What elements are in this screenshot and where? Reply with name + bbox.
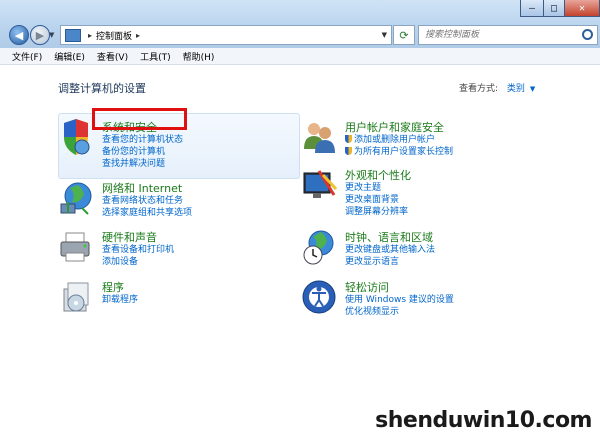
minimize-button[interactable]: – [520,0,544,17]
link-desktop-background[interactable]: 更改桌面背景 [345,194,408,206]
link-troubleshoot[interactable]: 查找并解决问题 [102,158,183,170]
category-title[interactable]: 程序 [102,279,124,295]
link-screen-resolution[interactable]: 调整屏幕分辨率 [345,206,408,218]
view-by-select[interactable]: 类别 [507,84,525,94]
link-backup[interactable]: 备份您的计算机 [102,146,183,158]
forward-button[interactable]: ▶ [30,25,50,45]
title-bar: – □ ✕ ◀ ▶ ▼ ▸ 控制面板 ▸ ▼ ⟳ [0,0,600,48]
category-title[interactable]: 用户帐户和家庭安全 [345,119,444,135]
view-by: 查看方式: 类别 ▼ [459,81,535,94]
link-change-theme[interactable]: 更改主题 [345,182,408,194]
link-parental-controls[interactable]: 为所有用户设置家长控制 [345,146,453,158]
accessibility-icon [302,280,336,314]
address-dropdown-icon[interactable]: ▼ [382,31,387,39]
menu-bar: 文件(F) 编辑(E) 查看(V) 工具(T) 帮助(H) [0,48,600,65]
link-check-status[interactable]: 查看您的计算机状态 [102,134,183,146]
menu-file[interactable]: 文件(F) [0,50,48,63]
back-button[interactable]: ◀ [9,25,29,45]
shield-icon [64,119,90,155]
link-add-device[interactable]: 添加设备 [102,256,174,268]
breadcrumb-arrow-icon[interactable]: ▸ [136,31,140,40]
recent-pages-dropdown[interactable]: ▼ [49,31,54,39]
search-box[interactable] [418,25,598,45]
menu-edit[interactable]: 编辑(E) [48,50,91,63]
annotation-red-box [92,108,187,130]
link-network-status[interactable]: 查看网络状态和任务 [102,195,192,207]
refresh-button[interactable]: ⟳ [393,25,415,45]
clock-globe-icon [303,230,334,265]
category-title[interactable]: 时钟、语言和区域 [345,229,433,245]
appearance-icon [303,170,337,198]
breadcrumb-arrow-icon[interactable]: ▸ [88,31,92,40]
uac-shield-icon [345,147,352,155]
menu-tools[interactable]: 工具(T) [134,50,177,63]
content-area: 调整计算机的设置 查看方式: 类别 ▼ 系统和安全 查看您的计算机状态 备份您的… [0,65,600,439]
users-icon [304,123,335,153]
address-bar[interactable]: ▸ 控制面板 ▸ ▼ [60,25,392,45]
chevron-down-icon[interactable]: ▼ [530,85,535,93]
control-panel-icon [65,28,81,42]
page-title: 调整计算机的设置 [58,82,146,95]
printer-icon [60,232,90,262]
view-by-label: 查看方式: [459,84,499,94]
menu-help[interactable]: 帮助(H) [177,50,221,63]
link-display-language[interactable]: 更改显示语言 [345,256,435,268]
link-change-input[interactable]: 更改键盘或其他输入法 [345,244,435,256]
close-button[interactable]: ✕ [564,0,600,17]
breadcrumb-control-panel[interactable]: 控制面板 [96,29,132,42]
maximize-button[interactable]: □ [543,0,565,17]
link-optimize-display[interactable]: 优化视频显示 [345,306,454,318]
link-homegroup[interactable]: 选择家庭组和共享选项 [102,207,192,219]
search-input[interactable] [423,27,577,43]
watermark: shenduwin10.com [375,408,592,433]
category-title[interactable]: 外观和个性化 [345,167,411,183]
network-globe-icon [60,182,92,215]
menu-view[interactable]: 查看(V) [91,50,134,63]
uac-shield-icon [345,135,352,143]
category-title[interactable]: 网络和 Internet [102,180,182,196]
link-add-remove-accounts[interactable]: 添加或删除用户帐户 [345,134,453,146]
search-icon[interactable] [582,29,593,40]
category-title[interactable]: 轻松访问 [345,279,389,295]
category-title[interactable]: 硬件和声音 [102,229,157,245]
link-devices-printers[interactable]: 查看设备和打印机 [102,244,174,256]
link-recommended-settings[interactable]: 使用 Windows 建议的设置 [345,294,454,306]
programs-icon [63,282,89,312]
link-uninstall[interactable]: 卸载程序 [102,294,138,306]
